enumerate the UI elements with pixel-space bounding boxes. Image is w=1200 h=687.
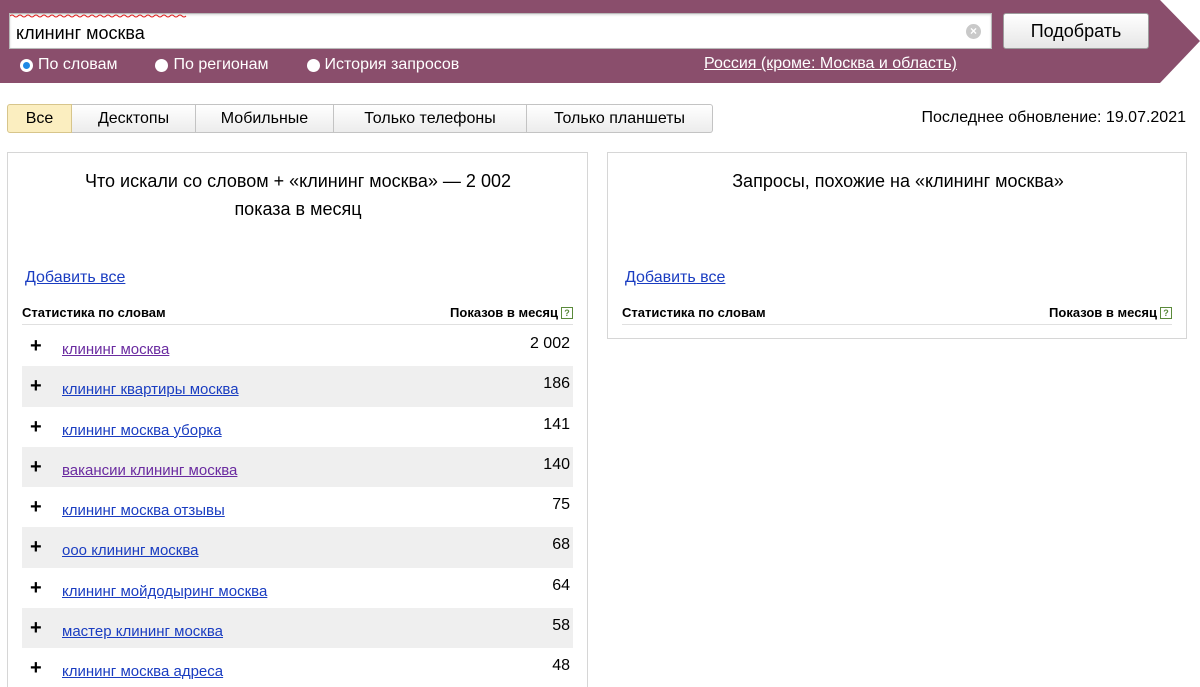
phrase-link[interactable]: ооо клининг москва [62, 542, 199, 559]
phrase-link[interactable]: клининг москва [62, 341, 169, 358]
impressions-count: 64 [552, 576, 570, 594]
column-count-label: Показов в месяц [450, 305, 558, 320]
column-count-label: Показов в месяц [1049, 305, 1157, 320]
last-update-text: Последнее обновление: 19.07.2021 [921, 109, 1187, 126]
submit-button[interactable]: Подобрать [1003, 13, 1149, 49]
help-icon[interactable]: ? [561, 306, 573, 319]
table-row: + ооо клининг москва 68 [22, 527, 573, 568]
phrase-link[interactable]: клининг москва отзывы [62, 502, 225, 519]
device-tabs: Все Десктопы Мобильные Только телефоны Т… [7, 104, 713, 133]
search-header: × Подобрать По словам По регионам Истори… [0, 0, 1200, 83]
phrase-link[interactable]: вакансии клининг москва [62, 462, 237, 479]
mode-selector: По словам По регионам История запросов [20, 56, 497, 74]
table-row: + клининг квартиры москва 186 [22, 366, 573, 407]
impressions-count: 58 [552, 617, 570, 635]
table-row: + клининг москва адреса 48 [22, 648, 573, 687]
region-selector-link[interactable]: Россия (кроме: Москва и область) [704, 55, 957, 73]
impressions-count: 140 [543, 455, 570, 473]
add-all-link[interactable]: Добавить все [25, 269, 125, 287]
table-row: + клининг москва отзывы 75 [22, 487, 573, 527]
search-box[interactable]: × [9, 13, 992, 49]
help-icon[interactable]: ? [1160, 306, 1172, 319]
tab-all[interactable]: Все [7, 104, 72, 133]
phrase-link[interactable]: клининг мойдодыринг москва [62, 583, 267, 600]
table-row: + вакансии клининг москва 140 [22, 446, 573, 488]
phrase-link[interactable]: клининг москва адреса [62, 663, 223, 680]
plus-icon[interactable]: + [30, 658, 42, 678]
impressions-count: 68 [552, 536, 570, 554]
clear-circle-icon[interactable]: × [966, 24, 981, 39]
add-all-link[interactable]: Добавить все [625, 269, 725, 287]
tab-desktops[interactable]: Десктопы [72, 104, 196, 133]
column-words: Статистика по словам [22, 305, 166, 320]
table-header: Статистика по словам Показов в месяц ? [22, 303, 573, 325]
phrase-link[interactable]: клининг квартиры москва [62, 381, 239, 398]
similar-queries-panel: Запросы, похожие на «клининг москва» Доб… [607, 152, 1187, 339]
results-list: + клининг москва 2 002 + клининг квартир… [22, 326, 573, 687]
table-row: + клининг москва уборка 141 [22, 407, 573, 447]
column-count: Показов в месяц ? [1049, 305, 1172, 320]
phrase-link[interactable]: мастер клининг москва [62, 623, 223, 640]
table-header: Статистика по словам Показов в месяц ? [622, 303, 1172, 325]
panel-title: Что искали со словом + «клининг москва» … [85, 171, 511, 219]
related-words-panel: Что искали со словом + «клининг москва» … [7, 152, 588, 687]
plus-icon[interactable]: + [30, 376, 42, 396]
plus-icon[interactable]: + [30, 417, 42, 437]
plus-icon[interactable]: + [30, 537, 42, 557]
radio-icon[interactable] [306, 58, 320, 72]
impressions-count: 75 [552, 496, 570, 514]
column-words: Статистика по словам [622, 305, 766, 320]
mode-history[interactable]: История запросов [306, 56, 460, 74]
spellcheck-squiggle [10, 14, 187, 18]
mode-label: По регионам [173, 56, 269, 73]
impressions-count: 2 002 [529, 335, 570, 352]
tab-phones-only[interactable]: Только телефоны [334, 104, 527, 133]
tab-tablets-only[interactable]: Только планшеты [527, 104, 713, 133]
table-row: + мастер клининг москва 58 [22, 608, 573, 649]
mode-by-regions[interactable]: По регионам [155, 56, 269, 74]
tab-mobile[interactable]: Мобильные [196, 104, 334, 133]
impressions-count: 48 [552, 657, 570, 675]
plus-icon[interactable]: + [30, 618, 42, 638]
plus-icon[interactable]: + [30, 457, 42, 477]
plus-icon[interactable]: + [30, 336, 42, 356]
phrase-link[interactable]: клининг москва уборка [62, 422, 222, 439]
table-row: + клининг мойдодыринг москва 64 [22, 568, 573, 608]
radio-selected-icon[interactable] [20, 58, 33, 72]
table-row: + клининг москва 2 002 [22, 326, 573, 366]
panel-title: Запросы, похожие на «клининг москва» [732, 171, 1064, 191]
plus-icon[interactable]: + [30, 578, 42, 598]
mode-label: История запросов [324, 56, 460, 73]
impressions-count: 186 [543, 375, 570, 393]
impressions-count: 141 [543, 415, 570, 433]
mode-label: По словам [38, 56, 118, 73]
column-count: Показов в месяц ? [450, 305, 573, 320]
search-input[interactable] [10, 14, 950, 48]
radio-icon[interactable] [155, 58, 169, 72]
mode-by-words[interactable]: По словам [20, 56, 117, 74]
plus-icon[interactable]: + [30, 497, 42, 517]
